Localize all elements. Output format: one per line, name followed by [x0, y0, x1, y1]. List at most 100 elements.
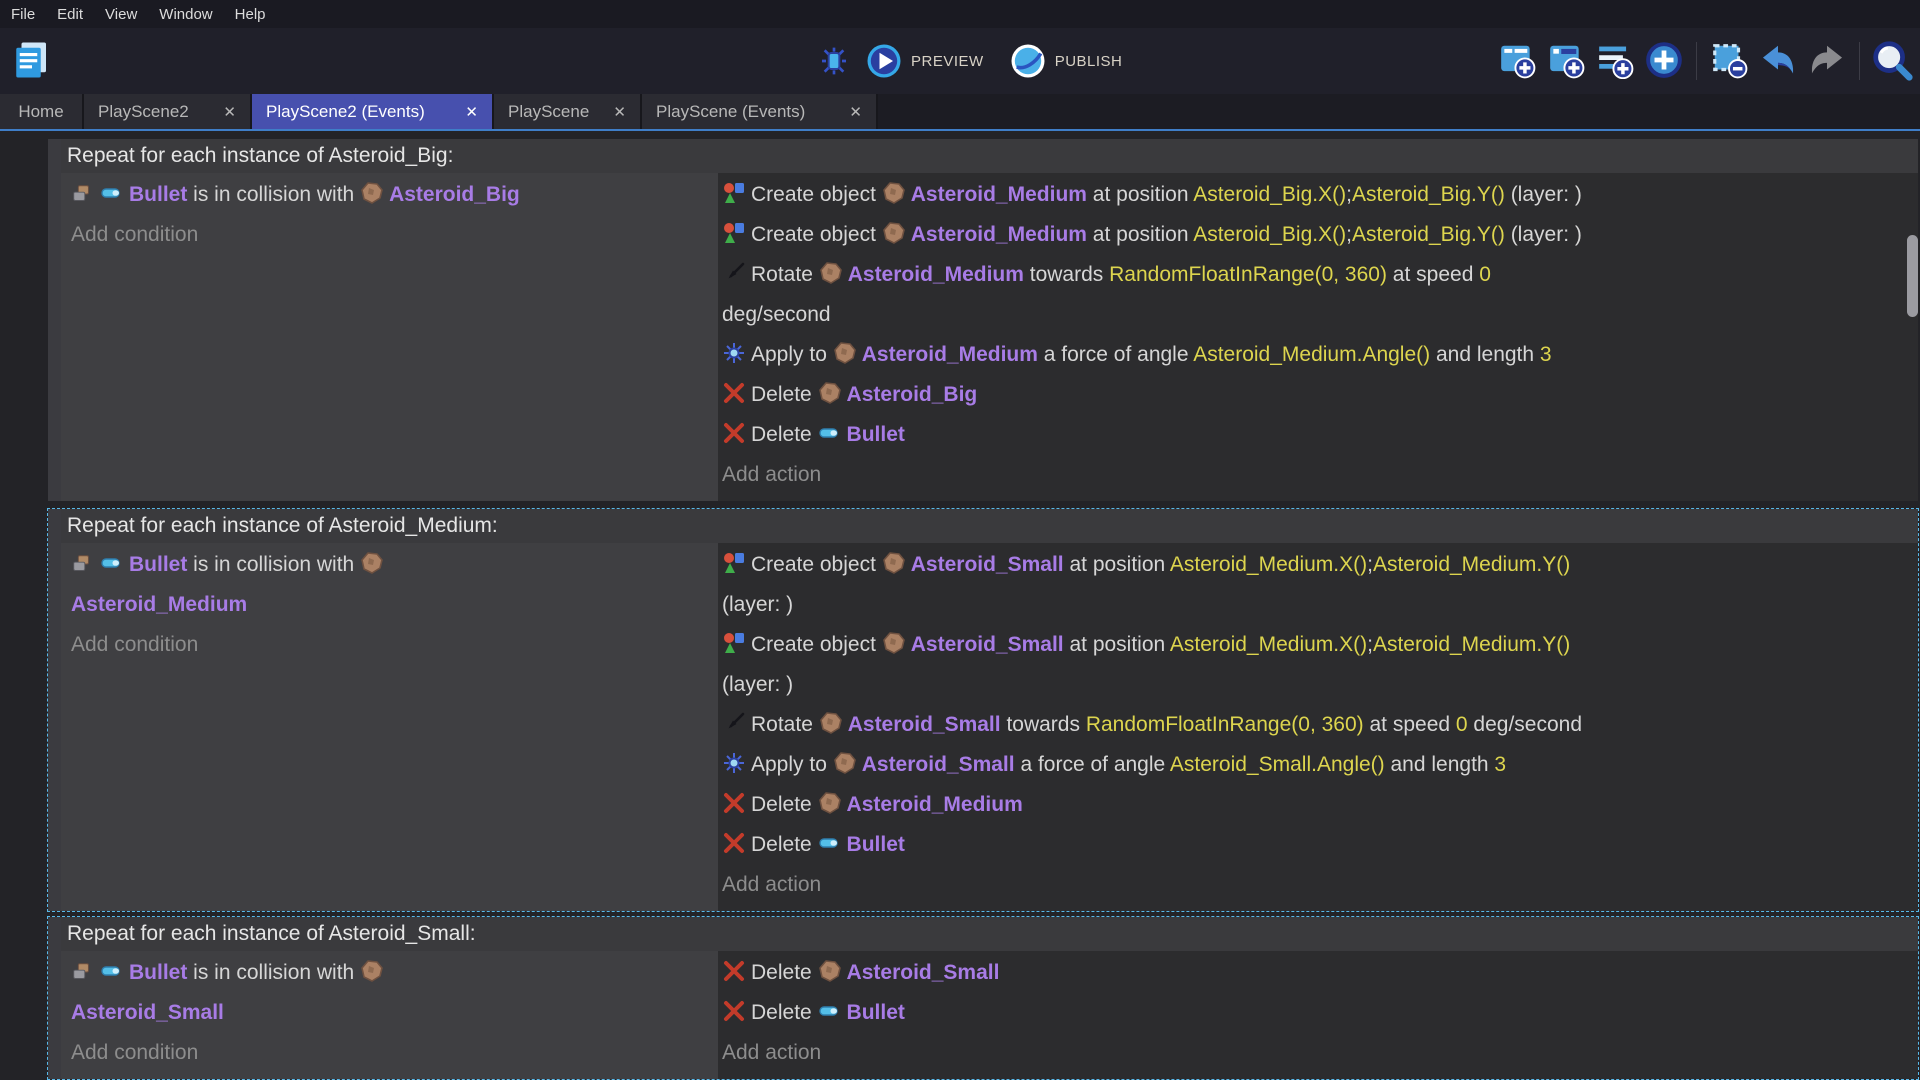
text: Delete [751, 1001, 818, 1024]
add-comment-button[interactable] [1593, 39, 1637, 83]
expression: Asteroid_Big.X() [1193, 183, 1346, 206]
text: Delete [751, 961, 818, 984]
expression: Asteroid_Big.X() [1193, 223, 1346, 246]
add-action-button[interactable]: Add action [722, 455, 1912, 495]
asteroid-icon [819, 709, 843, 733]
action-row[interactable]: Create object Asteroid_Small at position… [722, 625, 1912, 705]
object-name: Bullet [129, 961, 187, 984]
add-sub-event-button[interactable] [1544, 39, 1588, 83]
event-block[interactable]: Repeat for each instance of Asteroid_Sma… [48, 917, 1918, 1079]
project-manager-button[interactable] [10, 39, 54, 83]
action-row[interactable]: Delete Bullet [722, 993, 1912, 1033]
tab-home[interactable]: Home [0, 94, 84, 129]
action-row[interactable]: Delete Asteroid_Medium [722, 785, 1912, 825]
tab-playscene-events[interactable]: PlayScene (Events)✕ [642, 94, 878, 129]
asteroid-icon [360, 179, 384, 203]
action-row[interactable]: Apply to Asteroid_Medium a force of angl… [722, 335, 1912, 375]
event-block[interactable]: Repeat for each instance of Asteroid_Big… [48, 139, 1918, 501]
menu-item-help[interactable]: Help [224, 6, 277, 23]
event-header[interactable]: Repeat for each instance of Asteroid_Med… [61, 509, 1918, 543]
toolbar-separator [1696, 42, 1697, 80]
menu-item-view[interactable]: View [94, 6, 148, 23]
condition-row[interactable]: Bullet is in collision with Asteroid_Big [71, 175, 708, 215]
menu-item-window[interactable]: Window [148, 6, 223, 23]
action-row[interactable]: Delete Asteroid_Big [722, 375, 1912, 415]
object-name: Asteroid_Small [911, 553, 1064, 576]
event-drag-handle[interactable] [48, 509, 61, 911]
asteroid-icon [360, 549, 384, 573]
event-drag-handle[interactable] [48, 917, 61, 1079]
menu-item-edit[interactable]: Edit [46, 6, 94, 23]
action-row[interactable]: Create object Asteroid_Medium at positio… [722, 175, 1912, 215]
publish-button[interactable] [1010, 43, 1046, 79]
object-name: Bullet [129, 183, 187, 206]
event-header[interactable]: Repeat for each instance of Asteroid_Big… [61, 139, 1918, 173]
force-icon [722, 339, 746, 363]
text: Delete [751, 423, 818, 446]
debug-icon[interactable] [818, 45, 850, 77]
publish-label[interactable]: PUBLISH [1055, 53, 1123, 70]
action-row[interactable]: Apply to Asteroid_Small a force of angle… [722, 745, 1912, 785]
preview-label[interactable]: PREVIEW [911, 53, 984, 70]
preview-button[interactable] [866, 43, 902, 79]
add-condition-button[interactable]: Add condition [71, 215, 708, 255]
object-name: Bullet [129, 553, 187, 576]
bullet-icon [818, 829, 842, 853]
add-sub-event-icon [1547, 41, 1585, 82]
search-button[interactable] [1870, 39, 1914, 83]
asteroid-icon [882, 549, 906, 573]
tab-playscene2-events[interactable]: PlayScene2 (Events)✕ [252, 94, 494, 129]
add-event-button[interactable] [1495, 39, 1539, 83]
object-name: Asteroid_Small [847, 961, 1000, 984]
object-name: Asteroid_Small [848, 713, 1001, 736]
action-row[interactable]: Delete Bullet [722, 825, 1912, 865]
event-header[interactable]: Repeat for each instance of Asteroid_Sma… [61, 917, 1918, 951]
text: a force of angle [1015, 753, 1170, 776]
event-drag-handle[interactable] [48, 139, 61, 501]
asteroid-icon [882, 179, 906, 203]
text: (layer: ) [722, 593, 793, 616]
action-row[interactable]: Rotate Asteroid_Medium towards RandomFlo… [722, 255, 1912, 335]
add-condition-button[interactable]: Add condition [71, 625, 708, 665]
close-tab-icon[interactable]: ✕ [613, 103, 626, 121]
action-row[interactable]: Rotate Asteroid_Small towards RandomFloa… [722, 705, 1912, 745]
condition-row[interactable]: Bullet is in collision with Asteroid_Sma… [71, 953, 708, 1033]
tab-playscene2[interactable]: PlayScene2✕ [84, 94, 252, 129]
close-tab-icon[interactable]: ✕ [223, 103, 236, 121]
collision-icon [71, 957, 95, 981]
add-condition-button[interactable]: Add condition [71, 1033, 708, 1073]
event-block[interactable]: Repeat for each instance of Asteroid_Med… [48, 509, 1918, 911]
add-action-button[interactable]: Add action [722, 865, 1912, 905]
text: at position [1064, 633, 1170, 656]
text: Apply to [751, 343, 833, 366]
text: towards [1001, 713, 1086, 736]
asteroid-icon [882, 629, 906, 653]
create-icon [722, 549, 746, 573]
action-row[interactable]: Delete Asteroid_Small [722, 953, 1912, 993]
remove-event-button[interactable] [1707, 39, 1751, 83]
scrollbar-thumb[interactable] [1907, 235, 1918, 317]
expression: 0 [1479, 263, 1491, 286]
action-row[interactable]: Create object Asteroid_Medium at positio… [722, 215, 1912, 255]
text: Delete [751, 793, 818, 816]
tab-playscene[interactable]: PlayScene✕ [494, 94, 642, 129]
project-manager-icon [11, 39, 53, 84]
text: is in collision with [187, 961, 360, 984]
close-tab-icon[interactable]: ✕ [465, 103, 478, 121]
condition-row[interactable]: Bullet is in collision with Asteroid_Med… [71, 545, 708, 625]
action-row[interactable]: Delete Bullet [722, 415, 1912, 455]
create-icon [722, 179, 746, 203]
redo-button[interactable] [1805, 39, 1849, 83]
event-body: Bullet is in collision with Asteroid_Sma… [61, 951, 1918, 1079]
asteroid-icon [819, 259, 843, 283]
undo-button[interactable] [1756, 39, 1800, 83]
add-action-button[interactable]: Add action [722, 1033, 1912, 1073]
conditions-column: Bullet is in collision with Asteroid_Big… [61, 173, 718, 501]
menu-item-file[interactable]: File [0, 6, 46, 23]
choose-add-event-button[interactable] [1642, 39, 1686, 83]
close-tab-icon[interactable]: ✕ [849, 103, 862, 121]
event-body: Bullet is in collision with Asteroid_Big… [61, 173, 1918, 501]
choose-add-event-icon [1645, 41, 1683, 82]
actions-column: Create object Asteroid_Small at position… [718, 543, 1918, 911]
action-row[interactable]: Create object Asteroid_Small at position… [722, 545, 1912, 625]
